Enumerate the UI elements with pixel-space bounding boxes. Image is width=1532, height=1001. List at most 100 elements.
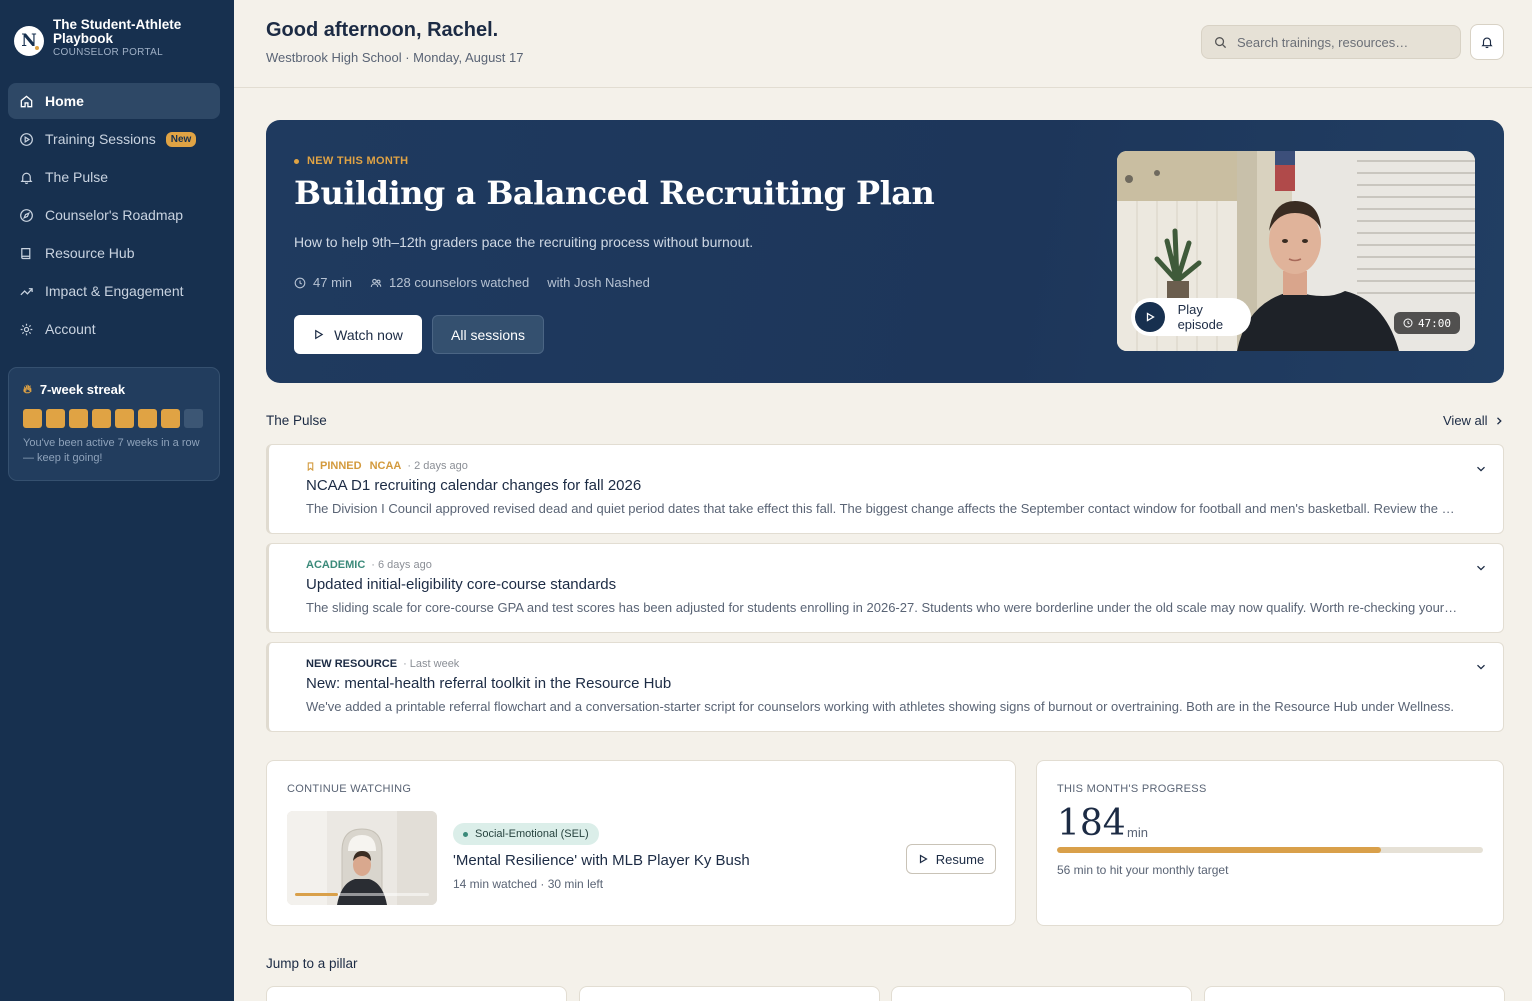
sidebar-item-label: Resource Hub: [45, 245, 135, 261]
hero-meta: 47 min 128 counselors watched with Josh …: [294, 275, 668, 290]
brand-title: The Student-Athlete Playbook: [53, 17, 182, 46]
video-duration: 47:00: [1394, 312, 1460, 334]
chevron-down-icon[interactable]: [1475, 463, 1487, 475]
sidebar-item-resource-hub[interactable]: Resource Hub: [8, 235, 220, 271]
sidebar-item-counselors-roadmap[interactable]: Counselor's Roadmap: [8, 197, 220, 233]
streak-week-active: [46, 409, 65, 428]
watch-now-label: Watch now: [334, 326, 403, 343]
sidebar-item-training-sessions[interactable]: Training Sessions New: [8, 121, 220, 157]
resume-button[interactable]: Resume: [906, 844, 996, 874]
pulse-category: NCAA: [369, 460, 402, 472]
monthly-progress-card: THIS MONTH'S PROGRESS 184 min 56 min to …: [1036, 760, 1504, 926]
category-tag-text: Social-Emotional (SEL): [475, 828, 589, 840]
flame-icon: 🔥︎: [23, 382, 32, 396]
progress-bar-fill: [1057, 847, 1381, 853]
sidebar-item-label: Home: [45, 93, 84, 109]
play-episode-label: Play episode: [1177, 302, 1224, 332]
pillar-card[interactable]: [891, 986, 1192, 1001]
pillar-card[interactable]: [266, 986, 567, 1001]
hero-title: Building a Balanced Recruiting Plan: [294, 174, 935, 212]
chevron-down-icon[interactable]: [1475, 661, 1487, 673]
progress-bar: [1057, 847, 1483, 853]
school-date: Westbrook High School · Monday, August 1…: [266, 50, 524, 65]
greeting: Good afternoon, Rachel.: [266, 19, 499, 41]
pillar-card[interactable]: [1204, 986, 1505, 1001]
search-input[interactable]: [1237, 34, 1437, 50]
sidebar-nav: Home Training Sessions New The Pulse Cou…: [0, 83, 234, 347]
play-icon: [919, 854, 928, 864]
home-icon: [20, 94, 33, 107]
top-header: Good afternoon, Rachel. Westbrook High S…: [234, 0, 1532, 88]
bell-icon: [1481, 37, 1493, 49]
view-all-label: View all: [1443, 413, 1488, 428]
bookmark-icon: [307, 461, 314, 471]
notifications-button[interactable]: [1470, 24, 1504, 60]
pulse-item[interactable]: PINNED NCAA · 2 days ago NCAA D1 recruit…: [266, 444, 1504, 534]
streak-week-inactive: [184, 409, 203, 428]
pulse-title: New: mental-health referral toolkit in t…: [306, 675, 672, 692]
play-episode-button[interactable]: Play episode: [1131, 298, 1251, 336]
progress-minutes: 184: [1057, 803, 1126, 844]
pulse-title: Updated initial-eligibility core-course …: [306, 576, 617, 593]
brand-logo: N: [14, 26, 44, 56]
search-box[interactable]: [1201, 25, 1461, 59]
streak-week-active: [161, 409, 180, 428]
play-circle-icon: [20, 132, 33, 146]
hero-tag: NEW THIS MONTH: [294, 155, 408, 167]
book-icon: [21, 247, 31, 259]
watch-progress-track: [295, 893, 429, 896]
clock-icon: [294, 277, 306, 288]
hero-host: with Josh Nashed: [547, 275, 650, 290]
hero-tag-text: NEW THIS MONTH: [307, 155, 409, 167]
sidebar-item-label: The Pulse: [45, 169, 109, 185]
hero-description: How to help 9th–12th graders pace the re…: [294, 234, 754, 250]
compass-icon: [20, 208, 33, 222]
chevron-down-icon[interactable]: [1475, 562, 1487, 574]
hero-video-thumbnail[interactable]: Play episode 47:00: [1117, 151, 1475, 351]
streak-weeks: [23, 409, 205, 428]
clock-icon: [1403, 318, 1413, 328]
streak-title: 7-week streak: [39, 382, 126, 397]
gear-icon: [20, 323, 33, 335]
search-icon: [1215, 36, 1227, 48]
watch-now-button[interactable]: Watch now: [294, 315, 422, 354]
bell-icon: [20, 172, 33, 184]
pulse-time: · 2 days ago: [407, 460, 468, 472]
sidebar: N The Student-Athlete Playbook COUNSELOR…: [0, 0, 234, 1001]
trending-up-icon: [20, 287, 33, 295]
continue-watching-card: CONTINUE WATCHING Social-Emotional (SEL)…: [266, 760, 1016, 926]
progress-note: 56 min to hit your monthly target: [1057, 863, 1229, 877]
category-tag: Social-Emotional (SEL): [453, 823, 599, 845]
streak-message: You've been active 7 weeks in a row — ke…: [23, 437, 200, 464]
hero-duration: 47 min: [313, 275, 353, 290]
resume-label: Resume: [935, 851, 985, 867]
video-duration-text: 47:00: [1417, 316, 1452, 330]
chevron-right-icon: [1496, 416, 1502, 425]
pulse-time: · 6 days ago: [371, 559, 432, 571]
pulse-title: NCAA D1 recruiting calendar changes for …: [306, 477, 642, 494]
progress-label: THIS MONTH'S PROGRESS: [1057, 783, 1207, 795]
continue-watching-label: CONTINUE WATCHING: [287, 783, 412, 795]
pillar-card[interactable]: [579, 986, 880, 1001]
sidebar-item-the-pulse[interactable]: The Pulse: [8, 159, 220, 195]
pulse-item[interactable]: ACADEMIC · 6 days ago Updated initial-el…: [266, 543, 1504, 633]
brand[interactable]: N The Student-Athlete Playbook COUNSELOR…: [0, 0, 234, 75]
view-all-link[interactable]: View all: [1443, 413, 1504, 428]
sidebar-item-label: Counselor's Roadmap: [45, 207, 184, 223]
streak-week-active: [92, 409, 111, 428]
users-icon: [370, 278, 382, 287]
streak-week-active: [23, 409, 42, 428]
streak-week-active: [115, 409, 134, 428]
pulse-section-title: The Pulse: [266, 413, 327, 428]
sidebar-item-impact-engagement[interactable]: Impact & Engagement: [8, 273, 220, 309]
continue-watching-thumbnail[interactable]: [287, 811, 437, 905]
sidebar-item-account[interactable]: Account: [8, 311, 220, 347]
pillars-section-title: Jump to a pillar: [266, 956, 358, 971]
pulse-body: The sliding scale for core-course GPA an…: [306, 600, 1458, 615]
watch-progress-fill: [295, 893, 338, 896]
pulse-body: We've added a printable referral flowcha…: [306, 699, 1455, 714]
sidebar-item-label: Account: [45, 321, 96, 337]
sidebar-item-home[interactable]: Home: [8, 83, 220, 119]
all-sessions-button[interactable]: All sessions: [432, 315, 544, 354]
pulse-item[interactable]: NEW RESOURCE · Last week New: mental-hea…: [266, 642, 1504, 732]
